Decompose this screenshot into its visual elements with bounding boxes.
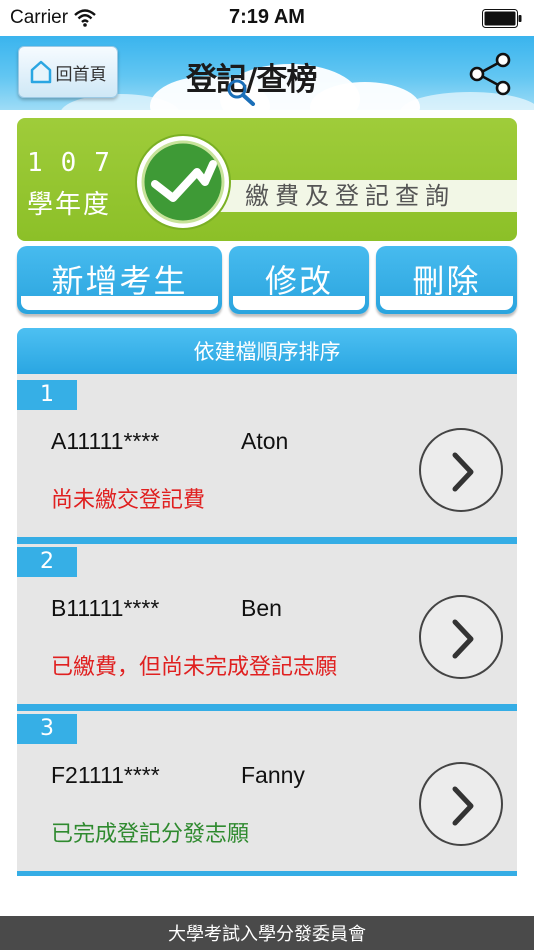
- banner: 107 學年度 繳費及登記查詢: [17, 118, 517, 241]
- entry-id: A11111****: [51, 428, 160, 454]
- cloud-decoration: [400, 92, 534, 110]
- share-icon[interactable]: [468, 52, 512, 96]
- entry-divider: [17, 871, 517, 876]
- entry-name: Aton: [241, 428, 289, 454]
- entry-name: Ben: [241, 595, 282, 621]
- list-sort-label: 依建檔順序排序: [193, 340, 341, 364]
- home-button-label: 回首頁: [55, 64, 107, 85]
- entry-number: 3: [17, 714, 77, 744]
- chevron-right-icon: [452, 619, 474, 659]
- entry-status: 已完成登記分發志願: [51, 822, 250, 847]
- magnifier-icon: [227, 79, 255, 106]
- chevron-right-icon: [452, 452, 474, 492]
- entry-id: B11111****: [51, 595, 160, 621]
- banner-caption: 繳費及登記查詢: [245, 182, 455, 210]
- delete-button[interactable]: 刪除: [376, 246, 517, 314]
- list-item[interactable]: 2 B11111**** Ben 已繳費，但尚未完成登記志願: [17, 543, 517, 711]
- checkmark-emblem-icon: [135, 134, 231, 230]
- chevron-right-icon: [452, 786, 474, 826]
- entry-status: 已繳費，但尚未完成登記志願: [51, 655, 338, 680]
- entry-detail-button[interactable]: [419, 428, 503, 512]
- battery-icon: [482, 9, 522, 28]
- add-student-label: 新增考生: [51, 262, 188, 300]
- edit-button[interactable]: 修改: [229, 246, 369, 314]
- app-logo: 登記/查榜: [186, 50, 366, 106]
- status-bar: Carrier 7:19 AM: [0, 0, 534, 36]
- entry-detail-button[interactable]: [419, 595, 503, 679]
- list-item[interactable]: 3 F21111**** Fanny 已完成登記分發志願: [17, 710, 517, 876]
- entry-name: Fanny: [241, 762, 305, 788]
- entry-number: 1: [17, 380, 77, 410]
- entry-status: 尚未繳交登記費: [51, 488, 206, 513]
- list-sort-header: 依建檔順序排序: [17, 328, 517, 374]
- student-list: 依建檔順序排序 1 A11111**** Aton 尚未繳交登記費 2 B111…: [17, 328, 517, 876]
- add-student-button[interactable]: 新增考生: [17, 246, 222, 314]
- status-time: 7:19 AM: [229, 6, 305, 28]
- entry-number: 2: [17, 547, 77, 577]
- home-button[interactable]: 回首頁: [18, 46, 118, 98]
- home-icon: [30, 60, 51, 84]
- footer-text: 大學考試入學分發委員會: [168, 924, 366, 945]
- footer: 大學考試入學分發委員會: [0, 916, 534, 950]
- nav-bar: 回首頁 登記/查榜: [0, 36, 534, 110]
- edit-label: 修改: [264, 262, 333, 300]
- banner-term: 學年度: [27, 190, 112, 220]
- delete-label: 刪除: [412, 262, 481, 300]
- entry-id: F21111****: [51, 762, 160, 788]
- banner-year: 107: [27, 148, 128, 178]
- list-item[interactable]: 1 A11111**** Aton 尚未繳交登記費: [17, 376, 517, 544]
- entry-detail-button[interactable]: [419, 762, 503, 846]
